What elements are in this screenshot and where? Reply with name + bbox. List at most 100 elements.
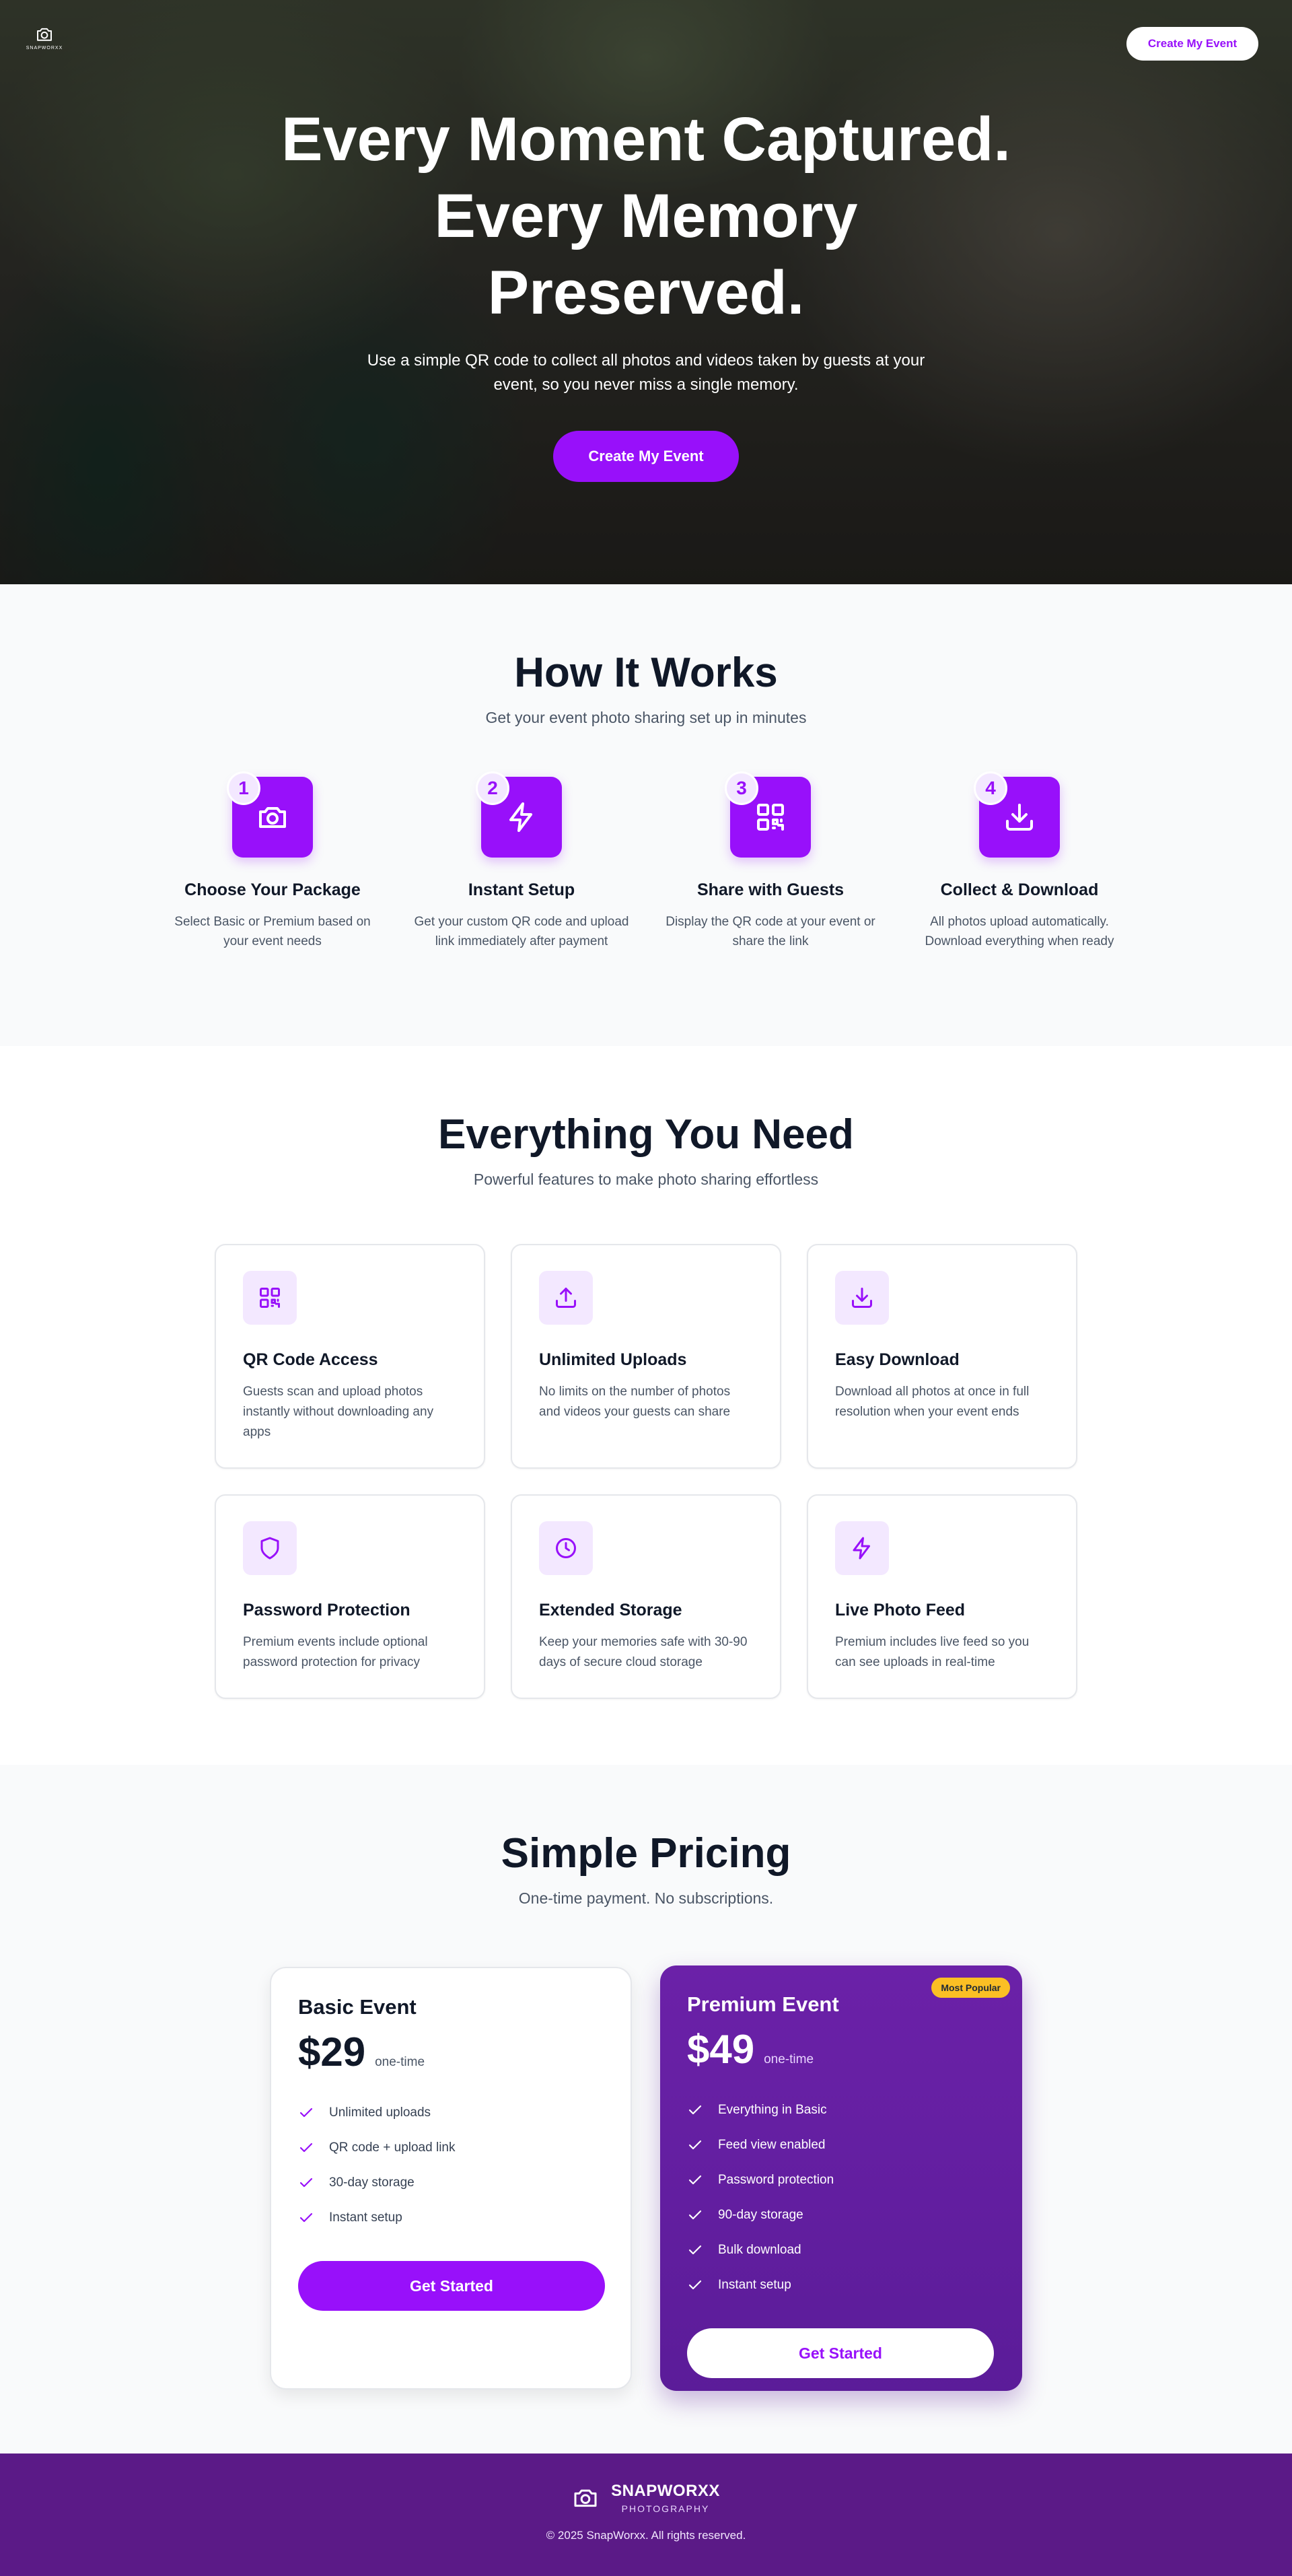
step-description: Select Basic or Premium based on your ev…	[174, 915, 371, 948]
feature-description: Download all photos at once in full reso…	[835, 1385, 1030, 1419]
how-subtitle: Get your event photo sharing set up in m…	[485, 709, 807, 726]
check-icon	[299, 2178, 313, 2188]
check-icon	[688, 2105, 702, 2115]
lightning-icon	[509, 802, 532, 832]
shield-icon	[260, 1537, 279, 1560]
check-icon	[688, 2280, 702, 2290]
hero-title-line-1: Every Moment Captured.	[281, 105, 1011, 174]
camera-icon	[37, 28, 52, 41]
step-title: Collect & Download	[940, 880, 1099, 899]
plan-feature-item: 30-day storage	[298, 2165, 604, 2200]
hero-section: SNAPWORXX Create My Event Every Moment C…	[0, 0, 1292, 584]
feature-icon-box	[243, 1271, 297, 1325]
feature-description: Premium includes live feed so you can se…	[835, 1635, 1030, 1669]
check-icon	[299, 2108, 313, 2118]
plan-name: Basic Event	[298, 1995, 417, 2019]
step-number-badge: 4	[974, 771, 1007, 805]
check-icon	[688, 2245, 702, 2255]
feature-title: Extended Storage	[539, 1601, 682, 1620]
feature-icon-box	[835, 1521, 889, 1575]
plan-feature-item: Unlimited uploads	[298, 2095, 604, 2130]
plan-feature-label: Password protection	[718, 2173, 834, 2187]
feature-title: Password Protection	[243, 1601, 410, 1620]
check-icon	[299, 2143, 313, 2153]
download-icon	[1006, 804, 1033, 831]
step-description: Get your custom QR code and upload link …	[414, 915, 629, 948]
feature-card: Easy Download Download all photos at onc…	[807, 1244, 1077, 1469]
features-subtitle: Powerful features to make photo sharing …	[473, 1171, 819, 1188]
nav-create-event-button[interactable]: Create My Event	[1126, 27, 1258, 61]
plan-feature-label: Instant setup	[329, 2211, 402, 2225]
feature-icon-box	[835, 1271, 889, 1325]
footer-brand-name: SNAPWORXX	[611, 2482, 720, 2500]
check-icon	[688, 2140, 702, 2150]
footer-logo[interactable]: SNAPWORXX PHOTOGRAPHY	[0, 2482, 1292, 2514]
features-section: Everything You Need Powerful features to…	[0, 1046, 1292, 1765]
feature-icon-box	[243, 1521, 297, 1575]
step-number-badge: 1	[227, 771, 260, 805]
plan-feature-label: 30-day storage	[329, 2175, 415, 2190]
feature-icon-box	[539, 1521, 593, 1575]
plan-period: one-time	[375, 2055, 425, 2069]
feature-card: Extended Storage Keep your memories safe…	[511, 1494, 781, 1699]
step-description: All photos upload automatically. Downloa…	[925, 915, 1114, 948]
hero-title-line-3: Preserved.	[487, 258, 805, 327]
hero-title-line-2: Every Memory	[434, 182, 858, 250]
how-title: How It Works	[514, 650, 778, 696]
step-title: Choose Your Package	[184, 880, 361, 899]
step-number-badge: 3	[725, 771, 758, 805]
plan-price: $49	[687, 2027, 755, 2072]
check-icon	[688, 2210, 702, 2220]
hero-title: Every Moment Captured. Every Memory Pres…	[262, 101, 1030, 331]
feature-description: Premium events include optional password…	[243, 1635, 428, 1669]
download-icon	[852, 1288, 872, 1308]
most-popular-badge: Most Popular	[931, 1978, 1010, 1998]
plan-feature-label: Everything in Basic	[718, 2103, 827, 2117]
feature-card: Live Photo Feed Premium includes live fe…	[807, 1494, 1077, 1699]
plan-feature-item: QR code + upload link	[298, 2130, 604, 2165]
step-item: 2 Instant Setup Get your custom QR code …	[414, 771, 629, 951]
plan-feature-label: Unlimited uploads	[329, 2105, 431, 2120]
plan-feature-label: 90-day storage	[718, 2208, 803, 2222]
plan-feature-label: QR code + upload link	[329, 2140, 456, 2155]
feature-title: Easy Download	[835, 1350, 960, 1369]
feature-card: QR Code Access Guests scan and upload ph…	[215, 1244, 485, 1469]
plan-card-premium: Most Popular Premium Event $49 one-time …	[660, 1965, 1022, 2391]
footer-brand-tagline: PHOTOGRAPHY	[621, 2503, 710, 2514]
plan-feature-label: Feed view enabled	[718, 2138, 826, 2152]
step-item: 3 Share with Guests Display the QR code …	[663, 771, 878, 951]
feature-grid: QR Code Access Guests scan and upload ph…	[215, 1244, 1077, 1699]
plan-feature-item: Instant setup	[687, 2268, 995, 2303]
feature-card: Unlimited Uploads No limits on the numbe…	[511, 1244, 781, 1469]
basic-get-started-button[interactable]: Get Started	[298, 2261, 605, 2311]
lightning-icon	[853, 1537, 870, 1560]
feature-description: No limits on the number of photos and vi…	[539, 1385, 731, 1419]
pricing-plans: Basic Event $29 one-time Unlimited uploa…	[0, 1965, 1292, 2391]
feature-description: Keep your memories safe with 30-90 days …	[539, 1635, 748, 1669]
qr-code-icon	[260, 1288, 280, 1308]
plan-feature-label: Bulk download	[718, 2243, 801, 2257]
steps-list: 1 Choose Your Package Select Basic or Pr…	[0, 771, 1292, 951]
footer-copyright: © 2025 SnapWorxx. All rights reserved.	[546, 2529, 746, 2542]
plan-feature-list: Everything in Basic Feed view enabled Pa…	[687, 2093, 995, 2303]
pricing-title: Simple Pricing	[501, 1830, 791, 1877]
plan-feature-item: Everything in Basic	[687, 2093, 995, 2128]
feature-title: Unlimited Uploads	[539, 1350, 687, 1369]
premium-get-started-button[interactable]: Get Started	[687, 2328, 994, 2378]
pricing-section: Simple Pricing One-time payment. No subs…	[0, 1765, 1292, 2453]
step-title: Instant Setup	[468, 880, 575, 899]
plan-feature-item: Password protection	[687, 2163, 995, 2198]
check-icon	[688, 2175, 702, 2185]
hero-create-event-button[interactable]: Create My Event	[553, 431, 739, 482]
plan-period: one-time	[764, 2052, 814, 2066]
plan-feature-label: Instant setup	[718, 2278, 791, 2292]
pricing-subtitle: One-time payment. No subscriptions.	[518, 1889, 774, 1907]
step-number-badge: 2	[476, 771, 509, 805]
header-logo[interactable]: SNAPWORXX	[24, 24, 65, 54]
plan-feature-list: Unlimited uploads QR code + upload link …	[298, 2095, 604, 2235]
feature-title: Live Photo Feed	[835, 1601, 966, 1620]
footer: SNAPWORXX PHOTOGRAPHY © 2025 SnapWorxx. …	[0, 2453, 1292, 2576]
plan-feature-item: Instant setup	[298, 2200, 604, 2235]
plan-feature-item: Bulk download	[687, 2233, 995, 2268]
clock-icon	[556, 1538, 576, 1558]
